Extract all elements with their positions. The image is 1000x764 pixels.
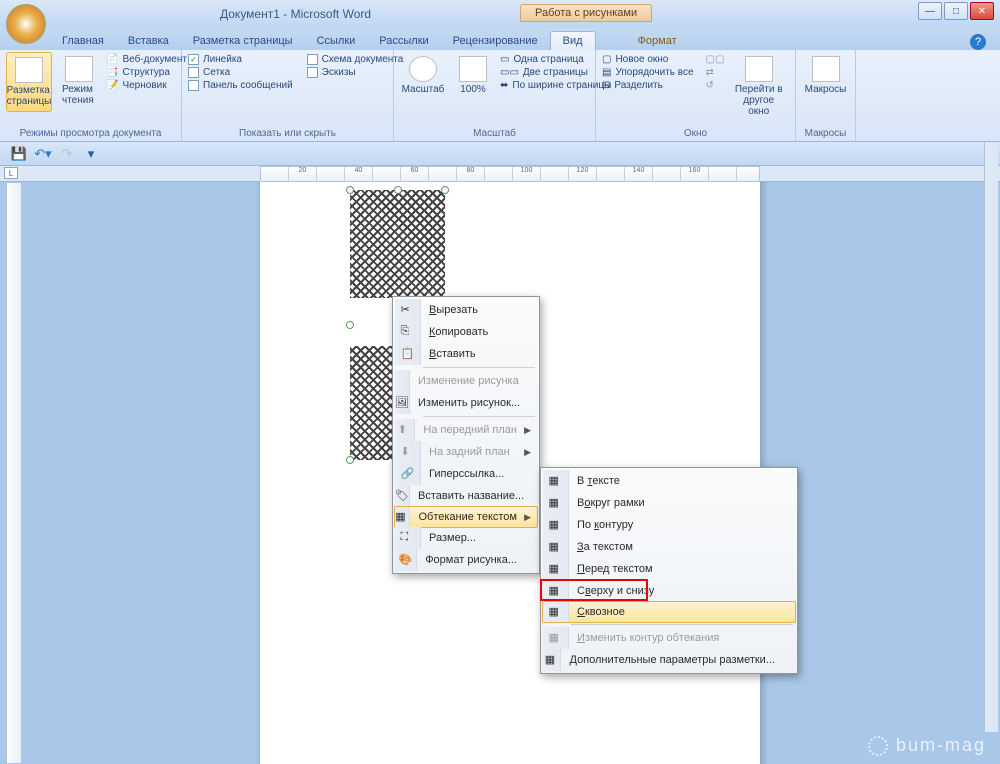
web-layout-button[interactable]: 📄 Веб-документ: [106, 54, 187, 65]
context-tab-title: Работа с рисунками: [520, 4, 652, 22]
zoom-100-button[interactable]: 100%: [450, 52, 496, 99]
arrange-all-button[interactable]: ▤ Упорядочить все: [602, 67, 694, 78]
vertical-ruler[interactable]: [6, 182, 22, 764]
windows-icon: [745, 56, 773, 82]
resize-handle-n[interactable]: [394, 186, 402, 194]
submenu-item[interactable]: ▦В тексте: [543, 470, 795, 492]
menu-item[interactable]: 🔗Гиперссылка...: [395, 463, 537, 485]
quick-access-toolbar: 💾 ↶▾ ↷ ▾: [0, 142, 1000, 166]
gridlines-checkbox[interactable]: Сетка: [188, 67, 293, 78]
watermark-icon: [868, 736, 888, 756]
submenu-item[interactable]: ▦По контуру: [543, 514, 795, 536]
tab-review[interactable]: Рецензирование: [441, 32, 550, 50]
resize-handle-nw[interactable]: [346, 186, 354, 194]
minimize-button[interactable]: —: [918, 2, 942, 20]
page-icon: [459, 56, 487, 82]
menu-item[interactable]: 🏷Вставить название...: [395, 485, 537, 507]
menu-item: ⬆На передний план▶: [395, 419, 537, 441]
help-button[interactable]: ?: [970, 34, 986, 50]
vertical-scrollbar[interactable]: [984, 142, 998, 732]
switch-windows-button[interactable]: Перейти в другое окно: [728, 52, 789, 121]
new-window-button[interactable]: ▢ Новое окно: [602, 54, 694, 65]
outline-button[interactable]: 📑 Структура: [106, 67, 187, 78]
menu-item[interactable]: ⛶Размер...: [395, 527, 537, 549]
tab-mailings[interactable]: Рассылки: [367, 32, 440, 50]
reading-mode-button[interactable]: Режим чтения: [56, 52, 102, 110]
zoom-button[interactable]: Масштаб: [400, 52, 446, 99]
tab-insert[interactable]: Вставка: [116, 32, 181, 50]
page-width-button[interactable]: ⬌ По ширине страницы: [500, 80, 611, 91]
split-button[interactable]: ⊟ Разделить: [602, 80, 694, 91]
reading-icon: [65, 56, 93, 82]
macros-icon: [812, 56, 840, 82]
macros-button[interactable]: Макросы: [802, 52, 849, 99]
document-map-checkbox[interactable]: Схема документа: [307, 54, 404, 65]
resize-handle-w[interactable]: [346, 321, 354, 329]
maximize-button[interactable]: □: [944, 2, 968, 20]
ruler-corner[interactable]: L: [4, 167, 18, 179]
horizontal-ruler[interactable]: 20406080100120140160: [260, 166, 760, 182]
ribbon-tabs: Главная Вставка Разметка страницы Ссылки…: [0, 28, 1000, 50]
menu-item[interactable]: ⎘Копировать: [395, 321, 537, 343]
picture-context-menu: ✂Вырезать⎘Копировать📋Вставить Изменение р…: [392, 296, 540, 574]
text-wrapping-submenu: ▦В тексте▦Вокруг рамки▦По контуру▦За тек…: [540, 467, 798, 674]
window-title: Документ1 - Microsoft Word: [220, 7, 371, 21]
menu-item: Изменение рисунка: [395, 370, 537, 392]
watermark: bum-mag: [868, 735, 986, 756]
thumbnails-checkbox[interactable]: Эскизы: [307, 67, 404, 78]
resize-handle-sw[interactable]: [346, 456, 354, 464]
tab-view[interactable]: Вид: [550, 31, 596, 50]
group-label-macros: Макросы: [796, 128, 855, 139]
submenu-item: ▦Изменить контур обтекания: [543, 627, 795, 649]
ribbon: Разметка страницы Режим чтения 📄 Веб-док…: [0, 50, 1000, 142]
tab-home[interactable]: Главная: [50, 32, 116, 50]
resize-handle-ne[interactable]: [441, 186, 449, 194]
group-label-views: Режимы просмотра документа: [0, 128, 181, 139]
page-layout-icon: [15, 57, 43, 83]
ruler-checkbox[interactable]: ✓Линейка: [188, 54, 293, 65]
one-page-button[interactable]: ▭ Одна страница: [500, 54, 611, 65]
submenu-item[interactable]: ▦Перед текстом: [543, 558, 795, 580]
qat-customize-icon[interactable]: ▾: [82, 146, 100, 162]
menu-item[interactable]: ▦Обтекание текстом▶: [394, 506, 538, 528]
group-label-zoom: Масштаб: [394, 128, 595, 139]
submenu-item[interactable]: ▦Сверху и снизу: [543, 580, 795, 602]
close-button[interactable]: ✕: [970, 2, 994, 20]
tab-format[interactable]: Формат: [626, 32, 689, 50]
group-label-window: Окно: [596, 128, 795, 139]
submenu-item[interactable]: ▦Дополнительные параметры разметки...: [543, 649, 795, 671]
magnifier-icon: [409, 56, 437, 82]
office-button[interactable]: [6, 4, 46, 44]
menu-item[interactable]: 🖼Изменить рисунок...: [395, 392, 537, 414]
save-icon[interactable]: 💾: [10, 146, 28, 162]
submenu-item[interactable]: ▦Вокруг рамки: [543, 492, 795, 514]
menu-item[interactable]: 📋Вставить: [395, 343, 537, 365]
draft-button[interactable]: 📝 Черновик: [106, 80, 187, 91]
group-label-show: Показать или скрыть: [182, 128, 393, 139]
menu-item[interactable]: 🎨Формат рисунка...: [395, 549, 537, 571]
menu-item: ⬇На задний план▶: [395, 441, 537, 463]
tab-page-layout[interactable]: Разметка страницы: [181, 32, 305, 50]
menu-item[interactable]: ✂Вырезать: [395, 299, 537, 321]
submenu-item[interactable]: ▦За текстом: [543, 536, 795, 558]
two-pages-button[interactable]: ▭▭ Две страницы: [500, 67, 611, 78]
message-bar-checkbox[interactable]: Панель сообщений: [188, 80, 293, 91]
print-layout-button[interactable]: Разметка страницы: [6, 52, 52, 112]
submenu-item[interactable]: ▦Сквозное: [542, 601, 796, 623]
redo-icon[interactable]: ↷: [58, 146, 76, 162]
undo-icon[interactable]: ↶▾: [34, 146, 52, 162]
tab-references[interactable]: Ссылки: [305, 32, 368, 50]
